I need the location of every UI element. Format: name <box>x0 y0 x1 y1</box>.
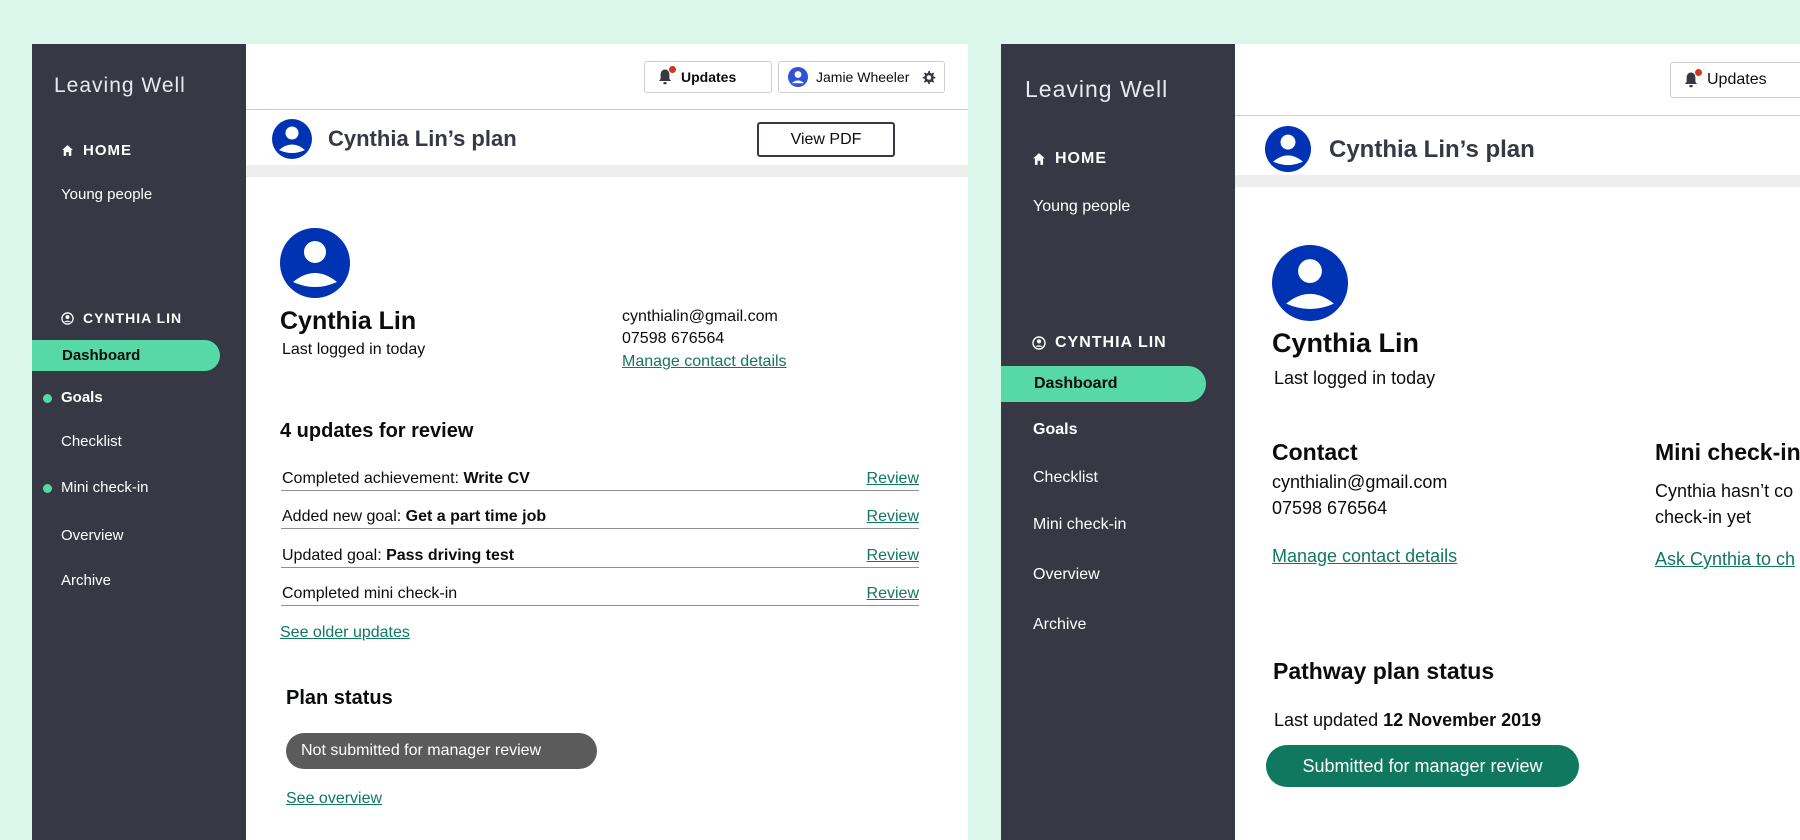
last-updated: Last updated 12 November 2019 <box>1274 710 1541 731</box>
top-bar: Updates <box>1235 44 1800 116</box>
updates-heading: 4 updates for review <box>280 420 474 442</box>
mini-checkin-text: Cynthia hasn’t co <box>1655 481 1794 501</box>
update-item-bold: Get a part time job <box>405 508 547 525</box>
bell-icon <box>1683 69 1702 89</box>
person-circle-icon <box>1032 336 1046 350</box>
last-logged-in: Last logged in today <box>282 341 426 358</box>
nav-mini-checkin[interactable]: Mini check-in <box>61 479 149 496</box>
nav-overview[interactable]: Overview <box>61 527 124 544</box>
app-logo: Leaving Well <box>54 74 186 97</box>
contact-heading: Contact <box>1272 439 1358 465</box>
submitted-badge: Submitted for manager review <box>1266 745 1579 787</box>
update-item-bold: Pass driving test <box>386 547 515 564</box>
update-row: Completed mini check-in Review <box>281 569 919 606</box>
updates-label: Updates <box>1707 71 1767 88</box>
goals-notification-dot <box>43 394 52 403</box>
update-text: Updated goal: <box>282 547 387 564</box>
app-logo: Leaving Well <box>1025 76 1169 102</box>
last-updated-prefix: Last updated <box>1274 710 1384 730</box>
pathway-status-heading: Pathway plan status <box>1273 658 1495 684</box>
ask-checkin-link[interactable]: Ask Cynthia to ch <box>1655 549 1795 570</box>
review-link[interactable]: Review <box>867 585 919 603</box>
last-logged-in: Last logged in today <box>1274 368 1436 388</box>
contact-email: cynthialin@gmail.com <box>1272 472 1448 492</box>
user-avatar-icon <box>788 67 808 87</box>
nav-person-section: CYNTHIA LIN <box>61 310 182 326</box>
contact-email: cynthialin@gmail.com <box>622 308 778 325</box>
nav-overview[interactable]: Overview <box>1033 566 1100 584</box>
update-text: Completed mini check-in <box>282 585 458 602</box>
nav-checklist[interactable]: Checklist <box>61 433 122 450</box>
status-badge: Not submitted for manager review <box>286 733 597 769</box>
sidebar: Leaving Well HOME Young people CYNTHIA L… <box>32 44 246 840</box>
update-item-bold: Write CV <box>463 470 530 487</box>
gear-icon[interactable] <box>921 70 936 85</box>
plan-avatar-icon <box>272 119 312 159</box>
update-row: Updated goal: Pass driving test Review <box>281 531 919 568</box>
sidebar: Leaving Well HOME Young people CYNTHIA L… <box>1001 44 1235 840</box>
nav-home[interactable]: HOME <box>61 142 132 159</box>
nav-goals[interactable]: Goals <box>1033 421 1077 439</box>
nav-person-section: CYNTHIA LIN <box>1032 334 1167 352</box>
plan-header: Cynthia Lin’s plan View PDF <box>246 110 968 177</box>
screen-desktop: Leaving Well HOME Young people CYNTHIA L… <box>32 44 968 840</box>
nav-checklist[interactable]: Checklist <box>1033 469 1098 487</box>
profile-name: Cynthia Lin <box>1272 328 1419 358</box>
plan-header: Cynthia Lin’s plan <box>1235 116 1800 187</box>
profile-avatar-icon <box>280 228 350 298</box>
bell-icon <box>657 66 676 86</box>
top-bar: Updates Jamie Wheeler <box>246 44 968 110</box>
plan-status-heading: Plan status <box>286 687 393 709</box>
profile-avatar-icon <box>1272 245 1348 321</box>
nav-home-label: HOME <box>1055 150 1107 167</box>
updates-label: Updates <box>681 69 737 85</box>
mini-checkin-heading: Mini check-in <box>1655 439 1800 465</box>
profile-name: Cynthia Lin <box>280 307 417 335</box>
nav-archive[interactable]: Archive <box>61 572 111 589</box>
view-pdf-button[interactable]: View PDF <box>757 122 895 157</box>
review-link[interactable]: Review <box>867 470 919 488</box>
contact-phone: 07598 676564 <box>622 330 725 347</box>
update-row: Added new goal: Get a part time job Revi… <box>281 492 919 529</box>
nav-goals[interactable]: Goals <box>61 389 103 406</box>
updates-button[interactable]: Updates <box>644 61 772 93</box>
person-circle-icon <box>61 311 74 325</box>
plan-title: Cynthia Lin’s plan <box>1329 136 1535 163</box>
mini-checkin-notification-dot <box>43 484 52 493</box>
nav-home[interactable]: HOME <box>1032 150 1107 168</box>
nav-young-people[interactable]: Young people <box>61 186 152 203</box>
home-icon <box>62 145 73 156</box>
nav-home-label: HOME <box>83 142 132 159</box>
nav-person-label: CYNTHIA LIN <box>1055 334 1167 351</box>
review-link[interactable]: Review <box>867 508 919 526</box>
see-overview-link[interactable]: See overview <box>286 790 382 808</box>
manage-contact-link[interactable]: Manage contact details <box>622 353 787 371</box>
update-text: Added new goal: <box>282 508 406 525</box>
user-name: Jamie Wheeler <box>816 69 910 85</box>
nav-dashboard[interactable]: Dashboard <box>32 340 220 371</box>
updates-button[interactable]: Updates <box>1670 62 1800 98</box>
update-row: Completed achievement: Write CV Review <box>281 454 919 491</box>
user-menu[interactable]: Jamie Wheeler <box>778 61 945 93</box>
see-older-updates-link[interactable]: See older updates <box>280 624 410 642</box>
plan-avatar-icon <box>1265 126 1311 172</box>
last-updated-date: 12 November 2019 <box>1383 710 1542 730</box>
home-icon <box>1033 153 1045 165</box>
contact-phone: 07598 676564 <box>1272 498 1388 518</box>
mini-checkin-text-2: check-in yet <box>1655 507 1752 527</box>
manage-contact-link[interactable]: Manage contact details <box>1272 546 1457 567</box>
nav-mini-checkin[interactable]: Mini check-in <box>1033 516 1126 534</box>
nav-person-label: CYNTHIA LIN <box>83 310 183 326</box>
review-link[interactable]: Review <box>867 547 919 565</box>
nav-archive[interactable]: Archive <box>1033 616 1086 634</box>
update-text: Completed achievement: <box>282 470 464 487</box>
nav-young-people[interactable]: Young people <box>1033 198 1130 216</box>
plan-title: Cynthia Lin’s plan <box>328 126 517 151</box>
screen-zoomed: Leaving Well HOME Young people CYNTHIA L… <box>1001 44 1800 840</box>
nav-dashboard[interactable]: Dashboard <box>1001 366 1206 402</box>
